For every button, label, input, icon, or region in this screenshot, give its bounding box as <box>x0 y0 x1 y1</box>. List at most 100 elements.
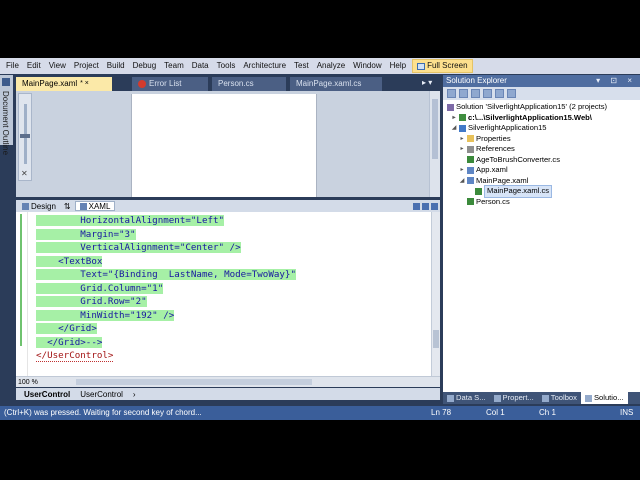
design-tab[interactable]: Design <box>18 202 60 211</box>
tab-error-list[interactable]: Error List <box>132 77 208 91</box>
tree-node-properties[interactable]: ▸ Properties <box>443 134 640 145</box>
code-line[interactable]: VerticalAlignment="Center" /> <box>36 241 428 255</box>
menu-view[interactable]: View <box>45 58 70 74</box>
menu-architecture[interactable]: Architecture <box>239 58 290 74</box>
tab-overflow-buttons[interactable]: ▸ ▾ <box>422 78 432 87</box>
solution-explorer-panel: Solution Explorer ▾ ⊡ × Solution 'Silver… <box>443 75 640 392</box>
zoom-slider[interactable]: ✕ <box>18 93 32 181</box>
code-line[interactable]: Grid.Row="2" <box>36 295 428 309</box>
xaml-icon <box>79 202 87 210</box>
close-icon[interactable]: ✕ <box>21 169 28 178</box>
menu-team[interactable]: Team <box>160 58 188 74</box>
solution-icon <box>447 103 454 111</box>
menu-edit[interactable]: Edit <box>23 58 45 74</box>
code-line[interactable]: Grid.Column="1" <box>36 282 428 296</box>
menu-debug[interactable]: Debug <box>129 58 161 74</box>
menu-project[interactable]: Project <box>70 58 103 74</box>
swap-panes-button[interactable]: ⇅ <box>60 202 75 211</box>
tree-node-converter[interactable]: AgeToBrushConverter.cs <box>443 155 640 166</box>
solution-explorer-header: Solution Explorer ▾ ⊡ × <box>443 75 640 87</box>
code-line-text: HorizontalAlignment="Left" <box>36 215 225 226</box>
tree-node-solution[interactable]: Solution 'SilverlightApplication15' (2 p… <box>443 102 640 113</box>
code-line[interactable]: Text="{Binding LastName, Mode=TwoWay}" <box>36 268 428 282</box>
collapse-pane-icon[interactable] <box>431 202 438 210</box>
zoom-level-field[interactable]: 100 % <box>16 379 42 386</box>
folder-icon <box>467 135 474 143</box>
error-icon <box>138 80 146 88</box>
change-margin <box>16 212 28 376</box>
class-diagram-icon[interactable] <box>507 89 516 98</box>
menu-file[interactable]: File <box>2 58 23 74</box>
tree-node-label: Properties <box>476 133 511 143</box>
document-outline-tab[interactable]: Document Outline <box>0 75 13 155</box>
tab-mainpage-xaml[interactable]: MainPage.xaml * × <box>16 77 112 91</box>
editor-scroll-thumb[interactable] <box>433 330 439 348</box>
menu-test[interactable]: Test <box>290 58 313 74</box>
panel-window-buttons[interactable]: ▾ ⊡ × <box>596 75 640 87</box>
code-line[interactable]: Margin="3" <box>36 228 428 242</box>
tree-node-mainpage-xaml-cs[interactable]: MainPage.xaml.cs <box>443 185 640 198</box>
vertical-split-icon[interactable] <box>422 202 429 210</box>
menu-window[interactable]: Window <box>349 58 385 74</box>
ide-window: File Edit View Project Build Debug Team … <box>0 58 640 420</box>
tree-node-web-project[interactable]: ▸ c:\...\SilverlightApplication15.Web\ <box>443 113 640 124</box>
code-line[interactable]: </UserControl> <box>36 349 428 363</box>
tree-node-references[interactable]: ▸ References <box>443 144 640 155</box>
designer-scroll-thumb[interactable] <box>432 99 438 159</box>
code-line[interactable]: </Grid>--> <box>36 336 428 350</box>
show-all-files-icon[interactable] <box>459 89 468 98</box>
collapse-arrow-icon[interactable]: ◢ <box>451 123 457 134</box>
expand-arrow-icon[interactable]: ▸ <box>459 134 465 145</box>
tree-node-project[interactable]: ◢ SilverlightApplication15 <box>443 123 640 134</box>
properties-icon[interactable] <box>447 89 456 98</box>
breadcrumb-item[interactable]: UserControl <box>24 390 70 399</box>
code-line[interactable]: HorizontalAlignment="Left" <box>36 214 428 228</box>
tab-data-sources[interactable]: Data S... <box>443 392 490 404</box>
design-canvas[interactable] <box>131 94 317 197</box>
full-screen-button[interactable]: Full Screen <box>412 59 473 73</box>
tab-mainpage-xaml-cs[interactable]: MainPage.xaml.cs <box>290 77 382 91</box>
menu-analyze[interactable]: Analyze <box>313 58 349 74</box>
tab-close-button[interactable]: * × <box>80 77 89 91</box>
expand-arrow-icon[interactable]: ▸ <box>451 113 457 124</box>
tree-node-app-xaml[interactable]: ▸ App.xaml <box>443 165 640 176</box>
designer-scrollbar[interactable] <box>429 91 440 197</box>
code-line[interactable]: MinWidth="192" /> <box>36 309 428 323</box>
code-line-text: VerticalAlignment="Center" /> <box>36 242 241 253</box>
menu-build[interactable]: Build <box>103 58 129 74</box>
collapse-arrow-icon[interactable]: ◢ <box>459 176 465 187</box>
code-line[interactable]: </Grid> <box>36 322 428 336</box>
menu-tools[interactable]: Tools <box>213 58 240 74</box>
horizontal-split-icon[interactable] <box>413 202 420 210</box>
tab-person-cs[interactable]: Person.cs <box>212 77 286 91</box>
horizontal-scroll-thumb[interactable] <box>76 379 312 385</box>
status-char: Ch 1 <box>539 408 556 417</box>
code-line-text: <TextBox <box>36 255 103 267</box>
menu-help[interactable]: Help <box>386 58 410 74</box>
properties-window-icon <box>493 394 501 402</box>
breadcrumb-separator[interactable]: › <box>133 390 136 399</box>
csharp-file-icon <box>467 156 474 164</box>
tree-node-person-cs[interactable]: Person.cs <box>443 197 640 208</box>
editor-horizontal-scrollbar[interactable]: 100 % <box>16 376 440 387</box>
expand-arrow-icon[interactable]: ▸ <box>459 144 465 155</box>
tab-properties[interactable]: Propert... <box>490 392 538 404</box>
code-lines[interactable]: HorizontalAlignment="Left" Margin="3" Ve… <box>36 214 428 363</box>
view-code-icon[interactable] <box>483 89 492 98</box>
tab-solution-explorer[interactable]: Solutio... <box>580 392 628 404</box>
xaml-code-editor[interactable]: HorizontalAlignment="Left" Margin="3" Ve… <box>16 212 440 376</box>
solution-explorer-toolbar <box>443 87 640 100</box>
editor-vertical-scrollbar[interactable] <box>431 212 440 376</box>
refresh-icon[interactable] <box>471 89 480 98</box>
tree-node-label: Person.cs <box>476 196 510 206</box>
tab-toolbox[interactable]: Toolbox <box>538 392 581 404</box>
xaml-tab[interactable]: XAML <box>74 201 116 211</box>
xaml-file-icon <box>467 166 474 174</box>
view-designer-icon[interactable] <box>495 89 504 98</box>
breadcrumb-item[interactable]: UserControl <box>80 390 123 399</box>
menu-data[interactable]: Data <box>188 58 213 74</box>
tree-node-label: SilverlightApplication15 <box>468 123 547 132</box>
zoom-slider-thumb[interactable] <box>20 134 30 138</box>
code-line[interactable]: <TextBox <box>36 255 428 269</box>
expand-arrow-icon[interactable]: ▸ <box>459 165 465 176</box>
